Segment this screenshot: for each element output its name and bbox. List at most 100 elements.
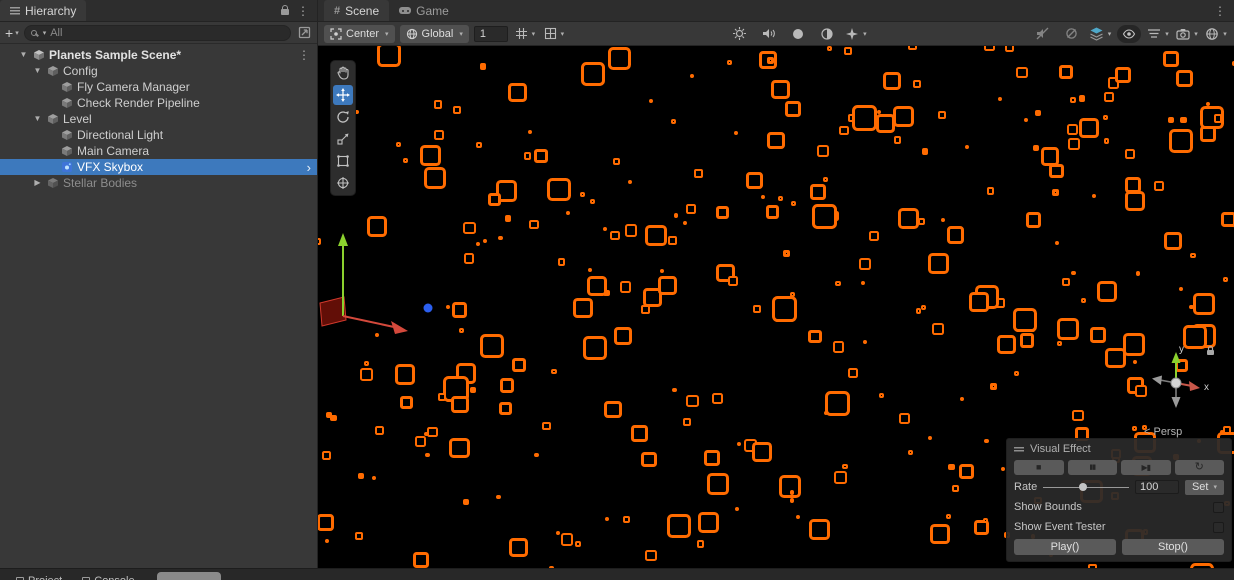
rate-set-dropdown[interactable]: Set ▾ — [1185, 480, 1224, 495]
tab-project[interactable]: Project — [6, 569, 72, 580]
vfx-particle — [400, 396, 413, 409]
effects-toggle-icon[interactable] — [786, 25, 810, 43]
chevron-right-icon[interactable]: › — [307, 161, 311, 174]
vfx-particle — [463, 222, 476, 235]
tree-row[interactable]: VFX Skybox› — [0, 159, 317, 175]
flare-dropdown-icon[interactable]: ▾ — [844, 25, 868, 43]
overlays-dropdown-icon[interactable]: ▾ — [1146, 25, 1170, 43]
vfx-particle — [727, 60, 732, 65]
vfx-particle — [604, 401, 622, 419]
tab-hierarchy[interactable]: Hierarchy — [0, 0, 86, 21]
projection-mode-label[interactable]: < Persp — [1144, 426, 1182, 438]
vfx-particle — [641, 305, 650, 314]
scene-lighting-toggle-icon[interactable] — [728, 25, 752, 43]
tab-game[interactable]: Game — [389, 0, 459, 21]
vfx-particle — [660, 269, 664, 273]
tree-row[interactable]: Check Render Pipeline — [0, 95, 317, 111]
gizmos-globe-dropdown-icon[interactable]: ▾ — [1204, 25, 1228, 43]
vfx-particle — [941, 218, 945, 222]
scene-visibility-layers-icon[interactable]: ▾ — [1088, 25, 1112, 43]
audio-muted-icon[interactable] — [1030, 25, 1054, 43]
tool-handle-rotation-dropdown[interactable]: Global ▾ — [400, 25, 469, 43]
foldout-icon[interactable]: ▼ — [18, 51, 29, 59]
lock-icon[interactable] — [281, 9, 289, 15]
vfx-particle — [990, 383, 997, 390]
slider-handle[interactable] — [1079, 483, 1087, 491]
tool-handle-pivot-dropdown[interactable]: Center ▾ — [324, 25, 395, 43]
bottom-active-tab[interactable] — [157, 572, 221, 580]
tree-row[interactable]: Directional Light — [0, 127, 317, 143]
tree-row[interactable]: ▼Planets Sample Scene*⋮ — [0, 47, 317, 63]
grid-snap-dropdown[interactable]: ▾ — [513, 25, 537, 43]
tree-row[interactable]: Main Camera — [0, 143, 317, 159]
grid-size-input[interactable] — [474, 26, 508, 42]
vfx-pause-button[interactable]: ▮▮ — [1068, 460, 1118, 475]
vfx-particle — [1163, 51, 1179, 67]
tab-console[interactable]: Console — [72, 569, 144, 580]
vfx-overlay-header[interactable]: Visual Effect — [1014, 442, 1224, 456]
tab-scene[interactable]: # Scene — [324, 0, 389, 21]
transform-tool[interactable] — [333, 173, 353, 193]
move-tool[interactable] — [333, 85, 353, 105]
vfx-particle — [549, 566, 553, 568]
vfx-particle — [499, 402, 512, 415]
drag-handle-icon[interactable] — [1014, 447, 1024, 452]
play-button[interactable]: Play() — [1014, 539, 1116, 555]
fog-toggle-icon[interactable] — [815, 25, 839, 43]
chevron-down-icon: ▾ — [1108, 30, 1112, 38]
vfx-particle — [1190, 253, 1196, 259]
vfx-particle — [746, 172, 763, 189]
camera-settings-dropdown-icon[interactable]: ▾ — [1175, 25, 1199, 43]
vfx-particle — [367, 216, 387, 236]
kebab-icon[interactable]: ⋮ — [297, 5, 309, 17]
vfx-particle — [1164, 232, 1182, 250]
vfx-particle — [480, 334, 504, 358]
vfx-particle — [686, 395, 699, 408]
vfx-step-button[interactable]: ▶▮ — [1121, 460, 1171, 475]
kebab-icon[interactable]: ⋮ — [1214, 5, 1226, 17]
vfx-particle — [542, 422, 550, 430]
hierarchy-search[interactable]: ▾ — [24, 25, 291, 41]
foldout-icon[interactable]: ▶ — [32, 179, 43, 187]
show-bounds-checkbox[interactable] — [1213, 502, 1224, 513]
view-hand-tool[interactable] — [333, 63, 353, 83]
scene-viewport[interactable]: y x < Persp Visual Effect ■ ▮▮ ▶▮ ↻ Rat — [318, 46, 1234, 568]
add-object-button[interactable]: + ▾ — [5, 26, 19, 40]
foldout-icon[interactable]: ▼ — [32, 67, 43, 75]
vfx-particle — [948, 464, 955, 471]
stop-button[interactable]: Stop() — [1122, 539, 1224, 555]
effects-muted-icon[interactable] — [1059, 25, 1083, 43]
vfx-particle — [825, 391, 850, 416]
show-event-tester-row: Show Event Tester — [1014, 519, 1224, 535]
vfx-particle — [1090, 327, 1106, 343]
search-input[interactable] — [50, 27, 284, 39]
tree-row[interactable]: ▼Config — [0, 63, 317, 79]
vfx-restart-button[interactable]: ↻ — [1175, 460, 1225, 475]
tree-row[interactable]: ▼Level — [0, 111, 317, 127]
tree-row[interactable]: Fly Camera Manager — [0, 79, 317, 95]
foldout-icon[interactable]: ▼ — [32, 115, 43, 123]
kebab-icon[interactable]: ⋮ — [298, 48, 310, 62]
vfx-particle — [583, 336, 607, 360]
vfx-particle — [425, 453, 430, 458]
vfx-particle — [1068, 138, 1080, 150]
rotate-tool[interactable] — [333, 107, 353, 127]
rate-slider[interactable] — [1043, 482, 1129, 492]
vfx-stop-button[interactable]: ■ — [1014, 460, 1064, 475]
tree-row[interactable]: ▶Stellar Bodies — [0, 175, 317, 191]
vfx-particle — [1200, 126, 1216, 142]
rect-tool[interactable] — [333, 151, 353, 171]
vfx-particle — [360, 368, 373, 381]
rate-value-input[interactable]: 100 — [1135, 480, 1179, 494]
vfx-particle — [894, 136, 901, 143]
vfx-particle — [1175, 359, 1188, 372]
scene-picking-icon[interactable] — [296, 26, 312, 40]
snap-increment-dropdown[interactable]: ▾ — [542, 25, 566, 43]
vfx-particle — [1014, 371, 1019, 376]
audio-toggle-icon[interactable] — [757, 25, 781, 43]
scale-tool[interactable] — [333, 129, 353, 149]
tab-scene-label: Scene — [345, 4, 379, 18]
eye-icon[interactable] — [1117, 25, 1141, 43]
show-event-tester-checkbox[interactable] — [1213, 522, 1224, 533]
vfx-particle — [587, 276, 607, 296]
